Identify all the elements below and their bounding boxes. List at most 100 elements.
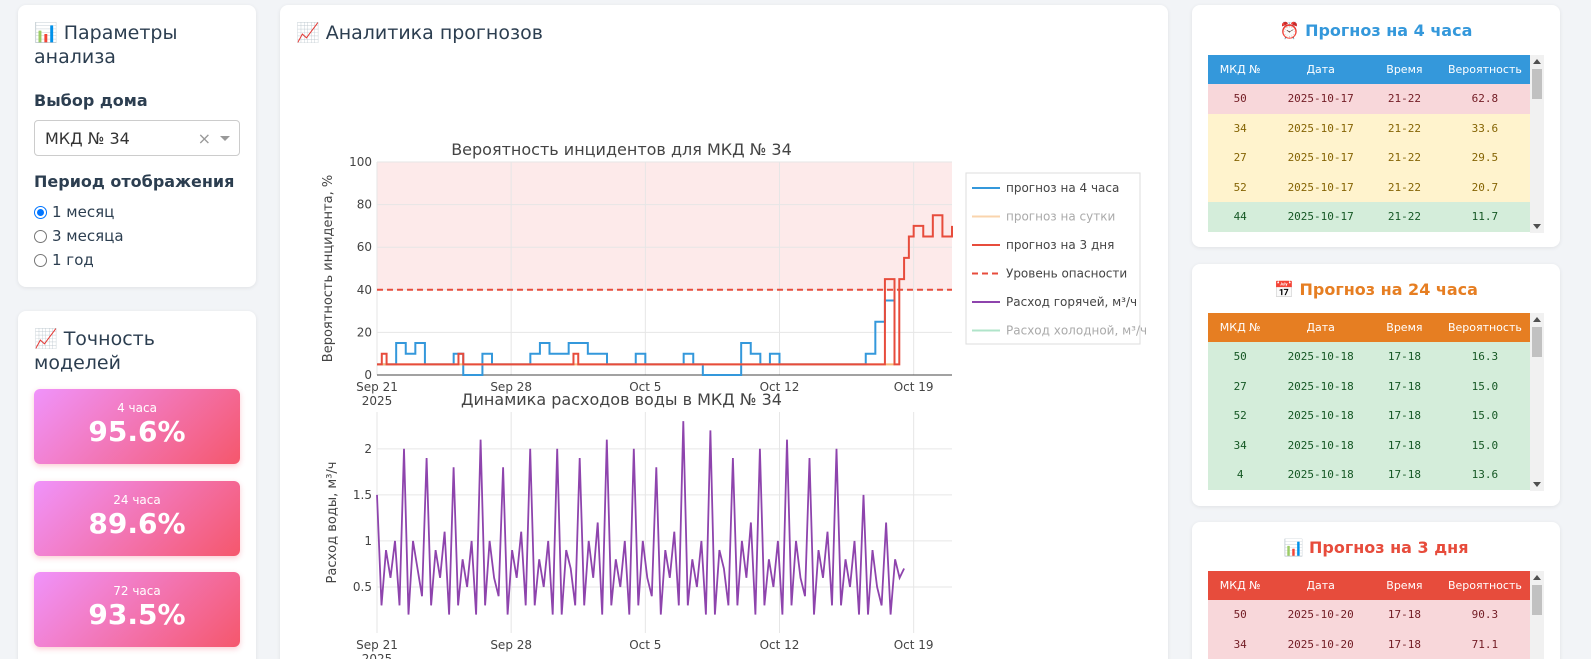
radio-icon[interactable]	[34, 229, 47, 243]
forecast-3d-card: 📊 Прогноз на 3 дня МКД № Дата Время Вероятн…	[1192, 522, 1560, 659]
probability-chart: 020406080100Sep 21 Sep 28 Oct 5 Oct 12 Oct 1…	[321, 140, 1147, 408]
table-row: 34 2025-10-17 21-22 33.6	[1208, 113, 1530, 143]
accuracy-24h: 24 часа 89.6%	[34, 481, 240, 556]
forecast-3d-table: МКД № Дата Время Вероятность 50 2025-10-20 17-…	[1208, 571, 1530, 659]
period-label: Период отображения	[34, 172, 235, 191]
radio-checked-icon[interactable]	[34, 205, 47, 219]
scroll-up-icon[interactable]	[1533, 59, 1541, 64]
table-header-cell[interactable]: МКД №	[1208, 55, 1273, 84]
y-tick-label: 60	[357, 240, 372, 254]
table-cell: 52	[1208, 401, 1273, 431]
table-header-cell[interactable]: Вероятность	[1439, 55, 1530, 84]
accuracy-value: 95.6%	[88, 415, 186, 448]
water-flow-chart: 0.5 1 1.5 2 Sep 21 Sep 28 Oct 5 Oct 12 Oct 19 202…	[325, 390, 952, 659]
table-header-cell[interactable]: Дата	[1272, 571, 1369, 600]
table-cell: 15.0	[1439, 371, 1530, 401]
table-row: 52 2025-10-18 17-18 15.0	[1208, 401, 1530, 431]
period-option-label: 3 месяца	[52, 227, 124, 245]
period-option-1m[interactable]: 1 месяц	[34, 200, 124, 224]
table-cell: 21-22	[1368, 113, 1440, 143]
accuracy-label: 72 часа	[113, 584, 161, 598]
chart-title: Вероятность инцидентов для МКД № 34	[451, 140, 792, 159]
chart-title: Динамика расходов воды в МКД № 34	[461, 390, 782, 409]
forecast-24h-table-wrap[interactable]: МКД № Дата Время Вероятность 50 2025-10-18 17-…	[1208, 313, 1544, 491]
scroll-thumb[interactable]	[1532, 585, 1542, 615]
legend-label: Расход холодной, м³/ч	[1006, 324, 1147, 338]
table-cell: 2025-10-18	[1272, 371, 1369, 401]
table-row: 50 2025-10-17 21-22 62.8	[1208, 84, 1530, 114]
period-option-3m[interactable]: 3 месяца	[34, 224, 124, 248]
table-row: 50 2025-10-18 17-18 16.3	[1208, 342, 1530, 372]
table-header-cell[interactable]: Время	[1368, 55, 1440, 84]
table-cell: 17-18	[1368, 430, 1440, 460]
table-cell: 50	[1208, 84, 1273, 114]
table-cell: 2025-10-20	[1272, 600, 1369, 630]
scroll-up-icon[interactable]	[1533, 575, 1541, 580]
table-header-cell[interactable]: МКД №	[1208, 571, 1273, 600]
table-header-cell[interactable]: Дата	[1272, 55, 1369, 84]
table-header-cell[interactable]: Дата	[1272, 313, 1369, 342]
x-tick-label: Oct 19	[894, 638, 934, 652]
table-row: 52 2025-10-17 21-22 20.7	[1208, 172, 1530, 202]
x-tick-label: Sep 21	[356, 638, 398, 652]
table-cell: 71.1	[1439, 629, 1530, 659]
clear-icon[interactable]: ×	[198, 129, 211, 148]
scroll-thumb[interactable]	[1532, 327, 1542, 357]
period-option-label: 1 год	[52, 251, 94, 269]
scroll-down-icon[interactable]	[1533, 482, 1541, 487]
forecast-4h-card: ⏰ Прогноз на 4 часа МКД № Дата Время Вероят…	[1192, 5, 1560, 247]
radio-icon[interactable]	[34, 253, 47, 267]
table-cell: 15.0	[1439, 401, 1530, 431]
table-row: 27 2025-10-17 21-22 29.5	[1208, 143, 1530, 173]
chevron-down-icon[interactable]	[220, 136, 230, 141]
table-header-cell[interactable]: Время	[1368, 571, 1440, 600]
accuracy-4h: 4 часа 95.6%	[34, 389, 240, 464]
period-radio-group: 1 месяц 3 месяца 1 год	[34, 200, 124, 272]
accuracy-value: 93.5%	[88, 598, 186, 631]
table-row: 27 2025-10-18 17-18 15.0	[1208, 371, 1530, 401]
table-cell: 17-18	[1368, 629, 1440, 659]
table-cell: 21-22	[1368, 172, 1440, 202]
table-cell: 90.3	[1439, 600, 1530, 630]
table-cell: 2025-10-17	[1272, 84, 1369, 114]
table-header-cell[interactable]: Время	[1368, 313, 1440, 342]
table-header-cell[interactable]: МКД №	[1208, 313, 1273, 342]
forecast-3d-table-wrap[interactable]: МКД № Дата Время Вероятность 50 2025-10-20 17-…	[1208, 571, 1544, 659]
y-axis-label: Вероятность инцидента, %	[321, 175, 336, 362]
forecast-24h-table: МКД № Дата Время Вероятность 50 2025-10-18 17-…	[1208, 313, 1530, 490]
table-header-cell[interactable]: Вероятность	[1439, 313, 1530, 342]
y-tick-label: 40	[357, 283, 372, 297]
table-cell: 20.7	[1439, 172, 1530, 202]
scrollbar[interactable]	[1530, 55, 1544, 233]
y-tick-label: 2	[364, 442, 372, 456]
table-cell: 2025-10-17	[1272, 202, 1369, 232]
table-row: 34 2025-10-18 17-18 15.0	[1208, 430, 1530, 460]
scrollbar[interactable]	[1530, 571, 1544, 659]
period-option-1y[interactable]: 1 год	[34, 248, 124, 272]
table-cell: 2025-10-18	[1272, 460, 1369, 490]
house-select-value: МКД № 34	[45, 128, 130, 148]
scroll-up-icon[interactable]	[1533, 317, 1541, 322]
scrollbar[interactable]	[1530, 313, 1544, 491]
y-tick-label: 20	[357, 325, 372, 339]
accuracy-value: 89.6%	[88, 507, 186, 540]
table-cell: 34	[1208, 430, 1273, 460]
table-cell: 50	[1208, 600, 1273, 630]
charts-svg[interactable]: 020406080100Sep 21 Sep 28 Oct 5 Oct 12 Oct 1…	[280, 5, 1168, 659]
accuracy-label: 24 часа	[113, 493, 161, 507]
table-cell: 11.7	[1439, 202, 1530, 232]
table-cell: 17-18	[1368, 371, 1440, 401]
y-tick-label: 0.5	[353, 580, 372, 594]
table-header-cell[interactable]: Вероятность	[1439, 571, 1530, 600]
y-tick-label: 100	[349, 155, 372, 169]
table-cell: 4	[1208, 460, 1273, 490]
table-cell: 62.8	[1439, 84, 1530, 114]
x-year-label: 2025	[362, 394, 393, 408]
forecast-4h-table-wrap[interactable]: МКД № Дата Время Вероятность 50 2025-10-17 21-…	[1208, 55, 1544, 233]
house-select[interactable]: МКД № 34 ×	[34, 120, 240, 156]
x-tick-label: Oct 5	[629, 638, 661, 652]
scroll-thumb[interactable]	[1532, 69, 1542, 99]
scroll-down-icon[interactable]	[1533, 224, 1541, 229]
table-cell: 21-22	[1368, 84, 1440, 114]
table-cell: 27	[1208, 143, 1273, 173]
